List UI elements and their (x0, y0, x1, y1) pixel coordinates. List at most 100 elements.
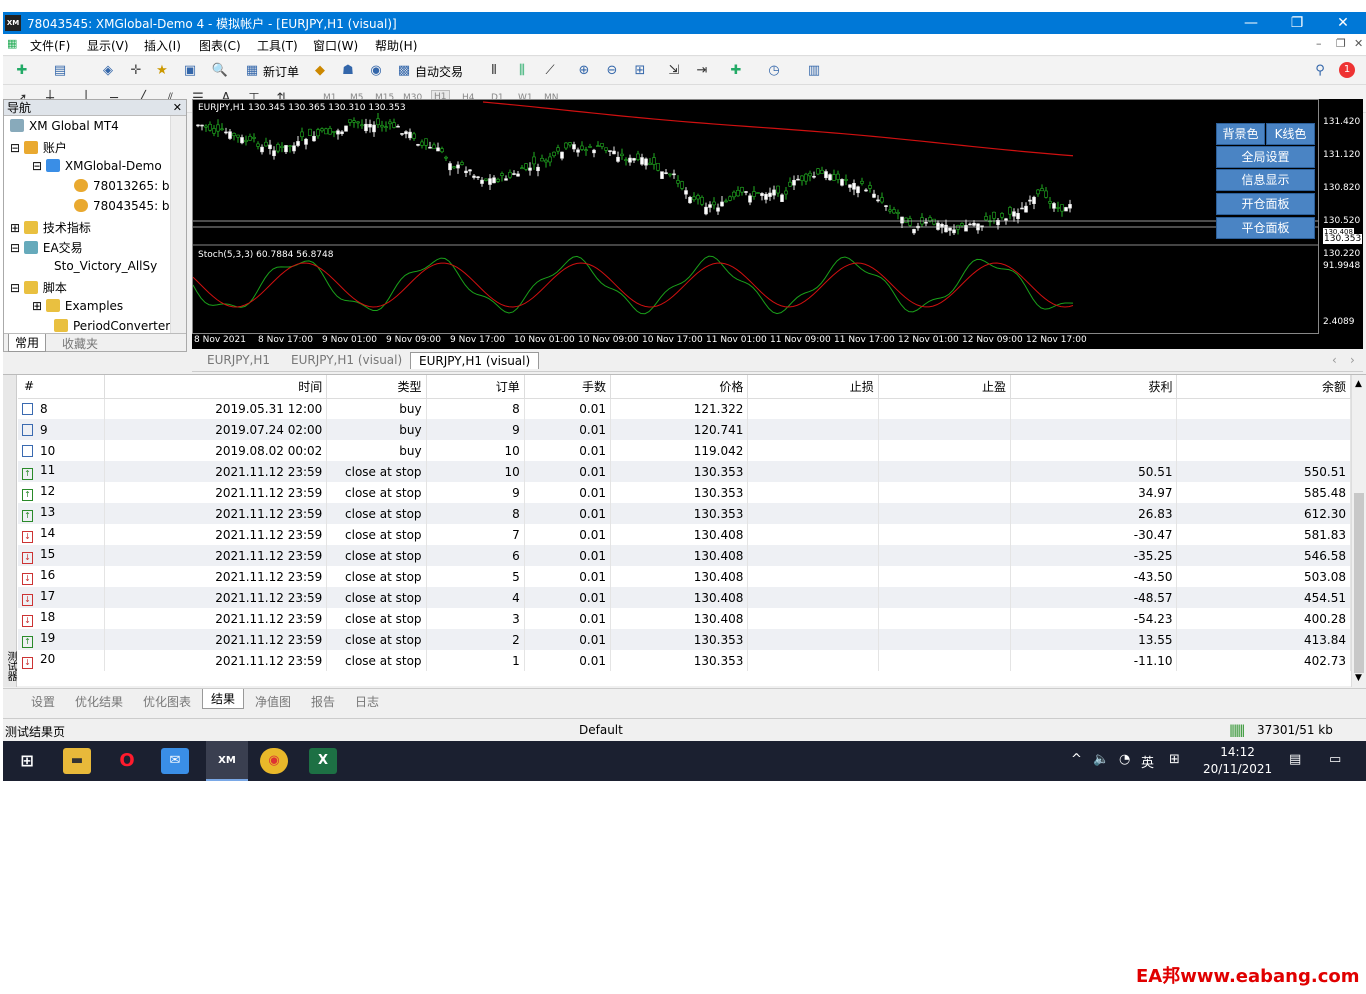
mdi-minimize-icon[interactable]: – (1316, 37, 1322, 50)
table-row[interactable]: ↓ 17 2021.11.12 23:59 close at stop 4 0.01 130… (18, 587, 1351, 608)
table-row[interactable]: ↓ 18 2021.11.12 23:59 close at stop 3 0.01 130… (18, 608, 1351, 629)
action-center-icon[interactable]: ▭ (1329, 752, 1341, 767)
mt4-taskbar-icon[interactable]: XM (206, 741, 248, 781)
tree-examples[interactable]: ⊞ Examples (32, 299, 123, 313)
table-row[interactable]: ↑ 19 2021.11.12 23:59 close at stop 2 0.01 130… (18, 629, 1351, 650)
navigator-close-icon[interactable]: ✕ (173, 100, 182, 116)
chart-tab-1[interactable]: EURJPY,H1 (207, 353, 270, 367)
new-chart-icon[interactable]: ✚ (13, 62, 31, 80)
tab-scroll-left-icon[interactable]: ‹ (1332, 353, 1337, 367)
menu-tools[interactable]: 工具(T) (257, 37, 298, 54)
templates-icon[interactable]: ▥ (805, 62, 823, 80)
table-row[interactable]: ↑ 13 2021.11.12 23:59 close at stop 8 0.01 130… (18, 503, 1351, 524)
excel-icon[interactable]: X (309, 748, 337, 774)
auto-trading-button[interactable]: 自动交易 (415, 63, 463, 80)
close-position-panel-button[interactable]: 平仓面板 (1216, 217, 1315, 239)
column-header[interactable]: 止盈 (878, 375, 1012, 399)
tree-account-1[interactable]: 78013265: b (74, 179, 170, 193)
zoom-out-icon[interactable]: ⊖ (603, 62, 621, 80)
ime-indicator[interactable]: 英 (1141, 752, 1154, 771)
tree-account-2[interactable]: 78043545: b (74, 199, 170, 213)
tester-tab-journal[interactable]: 日志 (355, 693, 379, 710)
tree-indicators[interactable]: ⊞ 技术指标 (10, 219, 91, 236)
indicators-icon[interactable]: ✚ (727, 62, 745, 80)
input-mode-icon[interactable]: ⊞ (1169, 752, 1180, 767)
column-header[interactable]: 订单 (426, 375, 525, 399)
menu-insert[interactable]: 插入(I) (144, 37, 181, 54)
taskbar-clock[interactable]: 14:12 20/11/2021 (1203, 744, 1272, 778)
tree-expert-advisors[interactable]: ⊟ EA交易 (10, 239, 83, 256)
periods-icon[interactable]: ◷ (765, 62, 783, 80)
auto-trading-icon[interactable]: ▩ (395, 62, 413, 80)
tray-chevron-icon[interactable]: ^ (1071, 752, 1082, 767)
volume-icon[interactable]: 🔈 (1093, 752, 1109, 767)
price-chart[interactable]: EURJPY,H1 130.345 130.365 130.310 130.35… (192, 99, 1319, 334)
open-position-panel-button[interactable]: 开仓面板 (1216, 193, 1315, 215)
profiles-icon[interactable]: ▤ (51, 62, 69, 80)
tester-tab-report[interactable]: 报告 (311, 693, 335, 710)
menu-view[interactable]: 显示(V) (87, 37, 129, 54)
tile-windows-icon[interactable]: ⊞ (631, 62, 649, 80)
background-color-button[interactable]: 背景色 (1216, 123, 1265, 145)
signals-icon[interactable]: ☗ (339, 62, 357, 80)
column-header[interactable]: 手数 (524, 375, 612, 399)
tab-scroll-right-icon[interactable]: › (1350, 353, 1355, 367)
scroll-down-icon[interactable]: ▼ (1355, 673, 1362, 683)
windows-start-icon[interactable]: ⊞ (13, 748, 41, 774)
metaeditor-icon[interactable]: ◆ (311, 62, 329, 80)
column-header[interactable]: 价格 (610, 375, 749, 399)
candle-color-button[interactable]: K线色 (1266, 123, 1315, 145)
tree-root[interactable]: XM Global MT4 (10, 119, 119, 133)
strategy-tester-icon[interactable]: 🔍 (211, 62, 229, 80)
candlestick-icon[interactable]: ⫼ (513, 62, 531, 80)
mail-icon[interactable]: ✉ (161, 748, 189, 774)
tester-tab-optimization-results[interactable]: 优化结果 (75, 693, 123, 710)
notepad-icon[interactable]: ▤ (1289, 752, 1301, 767)
tab-common[interactable]: 常用 (8, 334, 47, 352)
mdi-close-icon[interactable]: ✕ (1354, 37, 1363, 50)
app-menu-icon[interactable]: ▦ (7, 37, 17, 50)
chart-tab-3[interactable]: EURJPY,H1 (visual) (410, 352, 540, 369)
market-icon[interactable]: ◉ (367, 62, 385, 80)
scroll-thumb[interactable] (1354, 493, 1364, 673)
table-row[interactable]: 10 2019.08.02 00:02 buy 10 0.01 119.042 (18, 440, 1351, 461)
table-row[interactable]: ↑ 11 2021.11.12 23:59 close at stop 10 0.01 13… (18, 461, 1351, 482)
table-row[interactable]: ↓ 16 2021.11.12 23:59 close at stop 5 0.01 130… (18, 566, 1351, 587)
autoscroll-icon[interactable]: ⇲ (665, 62, 683, 80)
new-order-icon[interactable]: ▦ (243, 62, 261, 80)
zoom-in-icon[interactable]: ⊕ (575, 62, 593, 80)
menu-file[interactable]: 文件(F) (30, 37, 70, 54)
chart-shift-icon[interactable]: ⇥ (693, 62, 711, 80)
tester-tab-graph[interactable]: 净值图 (255, 693, 291, 710)
minimize-button[interactable]: — (1228, 12, 1274, 34)
tree-period-converter[interactable]: PeriodConverter (54, 319, 170, 333)
column-header[interactable]: 时间 (104, 375, 328, 399)
tree-accounts[interactable]: ⊟ 账户 (10, 139, 67, 156)
chrome-icon[interactable]: ◉ (260, 748, 288, 774)
navigator-scrollbar[interactable] (170, 116, 186, 334)
market-watch-icon[interactable]: ◈ (99, 62, 117, 80)
table-row[interactable]: 9 2019.07.24 02:00 buy 9 0.01 120.741 (18, 419, 1351, 440)
mdi-restore-icon[interactable]: ❐ (1336, 37, 1346, 50)
table-row[interactable]: ↓ 14 2021.11.12 23:59 close at stop 7 0.01 130… (18, 524, 1351, 545)
column-header[interactable]: 获利 (1010, 375, 1178, 399)
column-header[interactable]: 类型 (326, 375, 427, 399)
tester-tab-results[interactable]: 结果 (202, 689, 245, 709)
navigator-icon[interactable]: ★ (153, 62, 171, 80)
column-header[interactable]: 余额 (1176, 375, 1351, 399)
menu-chart[interactable]: 图表(C) (199, 37, 241, 54)
new-order-button[interactable]: 新订单 (263, 63, 299, 80)
tester-tab-optimization-graph[interactable]: 优化图表 (143, 693, 191, 710)
search-icon[interactable]: ⚲ (1311, 62, 1329, 80)
menu-help[interactable]: 帮助(H) (375, 37, 417, 54)
tree-ea-item[interactable]: Sto_Victory_AllSy (54, 259, 157, 273)
network-icon[interactable]: ◔ (1119, 752, 1130, 767)
opera-icon[interactable]: O (113, 748, 141, 774)
results-scrollbar[interactable]: ▲ ▼ (1351, 375, 1366, 687)
table-row[interactable]: ↓ 15 2021.11.12 23:59 close at stop 6 0.01 130… (18, 545, 1351, 566)
bar-chart-icon[interactable]: ⫴ (485, 62, 503, 80)
info-display-button[interactable]: 信息显示 (1216, 169, 1315, 191)
menu-window[interactable]: 窗口(W) (313, 37, 358, 54)
tester-tab-settings[interactable]: 设置 (31, 693, 55, 710)
terminal-icon[interactable]: ▣ (181, 62, 199, 80)
